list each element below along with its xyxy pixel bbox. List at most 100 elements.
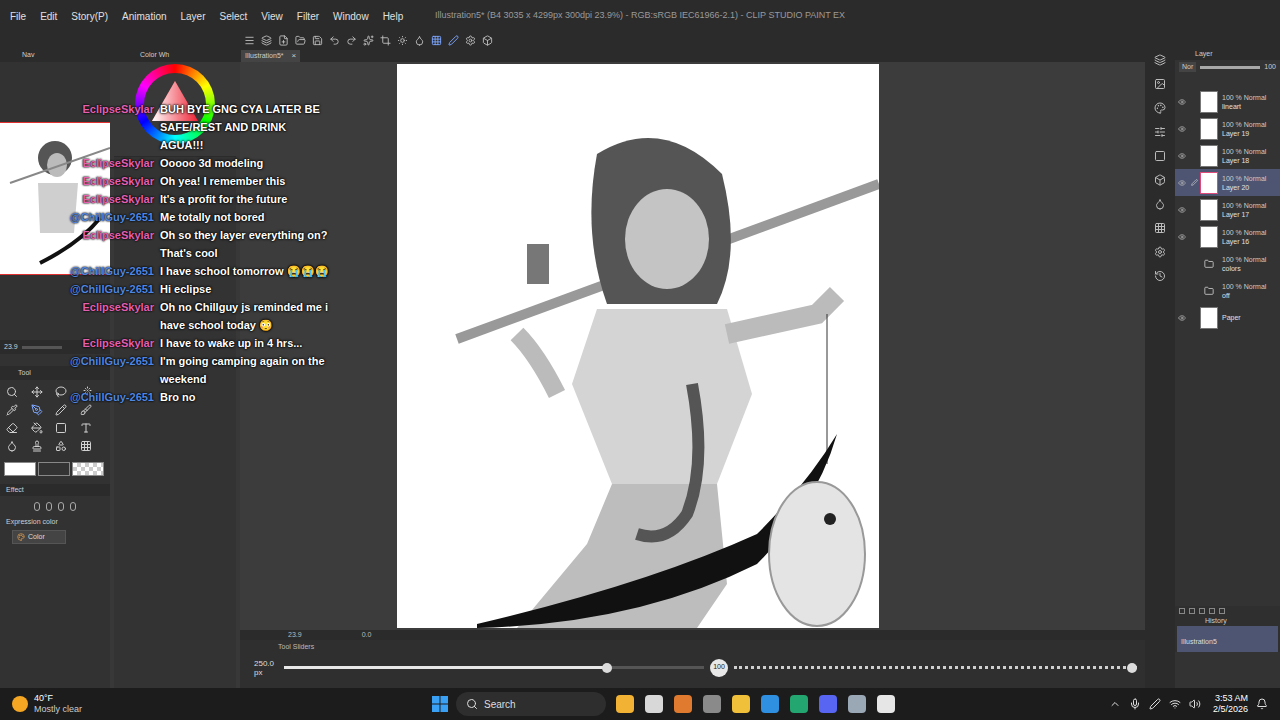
app-icon[interactable]: [703, 695, 721, 713]
text-icon[interactable]: [80, 422, 92, 434]
pen-tool-icon[interactable]: [31, 404, 43, 416]
settings-icon[interactable]: [465, 35, 476, 46]
volume-icon[interactable]: [1189, 698, 1201, 710]
app-icon[interactable]: [645, 695, 663, 713]
settings-icon[interactable]: [1154, 246, 1166, 258]
blend-icon[interactable]: [6, 440, 18, 452]
main-color[interactable]: [4, 462, 36, 476]
layer-row[interactable]: 100 % NormalLayer 18: [1175, 142, 1280, 169]
pencil-icon[interactable]: [55, 404, 67, 416]
blend-mode[interactable]: Nor: [1179, 62, 1196, 73]
color-icon[interactable]: [1154, 198, 1166, 210]
app-icon[interactable]: [674, 695, 692, 713]
expression-dropdown[interactable]: Color: [12, 530, 66, 545]
fill-icon[interactable]: [414, 35, 425, 46]
visibility-icon[interactable]: [1178, 206, 1186, 214]
visibility-icon[interactable]: [1178, 98, 1186, 106]
history-item[interactable]: Illustration5: [1177, 626, 1278, 652]
visibility-icon[interactable]: [1178, 314, 1186, 322]
brightness-icon[interactable]: [397, 35, 408, 46]
mic-icon[interactable]: [1129, 698, 1141, 710]
stamp-icon[interactable]: [31, 440, 43, 452]
layer-row[interactable]: 100 % NormalLayer 17: [1175, 196, 1280, 223]
app-icon[interactable]: [848, 695, 866, 713]
ruler-icon[interactable]: [80, 440, 92, 452]
canvas-rotation[interactable]: 0.0: [362, 630, 372, 641]
grid-icon[interactable]: [1154, 222, 1166, 234]
pen-icon[interactable]: [1149, 698, 1161, 710]
menu-item[interactable]: File: [10, 9, 26, 24]
windows-logo-icon[interactable]: [432, 696, 448, 712]
layer-panel-icon[interactable]: [1154, 54, 1166, 66]
sparkles-icon[interactable]: [363, 35, 374, 46]
app-icon[interactable]: [732, 695, 750, 713]
layer-row[interactable]: 100 % Normallineart: [1175, 88, 1280, 115]
lasso-icon[interactable]: [55, 386, 67, 398]
wifi-icon[interactable]: [1169, 698, 1181, 710]
brush-size-slider[interactable]: [284, 662, 704, 674]
layer-row[interactable]: 100 % Normalcolors: [1175, 250, 1280, 277]
artwork[interactable]: [397, 64, 879, 628]
layer-row[interactable]: Paper: [1175, 304, 1280, 331]
menu-item[interactable]: Select: [220, 9, 248, 24]
save-icon[interactable]: [312, 35, 323, 46]
layer-row[interactable]: 100 % NormalLayer 20: [1175, 169, 1280, 196]
box-icon[interactable]: [482, 35, 493, 46]
canvas-icon[interactable]: [1154, 150, 1166, 162]
weather-widget[interactable]: 40°FMostly clear: [12, 693, 432, 715]
menu-item[interactable]: Window: [333, 9, 369, 24]
effect-button[interactable]: [70, 502, 76, 511]
move-icon[interactable]: [31, 386, 43, 398]
new-file-icon[interactable]: [278, 35, 289, 46]
menu-item[interactable]: Help: [383, 9, 404, 24]
app-icon[interactable]: [790, 695, 808, 713]
canvas-tab[interactable]: Illustration5*×: [241, 50, 300, 62]
crop-icon[interactable]: [380, 35, 391, 46]
canvas-area[interactable]: [240, 62, 1145, 630]
layer-row[interactable]: 100 % NormalLayer 16: [1175, 223, 1280, 250]
hidden-mark[interactable]: [1178, 287, 1186, 295]
redo-icon[interactable]: [346, 35, 357, 46]
effect-button[interactable]: [34, 502, 40, 511]
menu-item[interactable]: Animation: [122, 9, 166, 24]
undo-icon[interactable]: [329, 35, 340, 46]
visibility-icon[interactable]: [1178, 125, 1186, 133]
navigator-zoom[interactable]: 23.9: [4, 342, 18, 353]
layer-row[interactable]: 100 % NormalLayer 19: [1175, 115, 1280, 142]
clock[interactable]: 3:53 AM2/5/2026: [1213, 693, 1248, 715]
effect-button[interactable]: [58, 502, 64, 511]
bucket-icon[interactable]: [31, 422, 43, 434]
sub-color[interactable]: [38, 462, 70, 476]
menu-icon[interactable]: [244, 35, 255, 46]
shape-icon[interactable]: [55, 422, 67, 434]
hidden-mark[interactable]: [1178, 260, 1186, 268]
open-icon[interactable]: [295, 35, 306, 46]
layers-icon[interactable]: [261, 35, 272, 46]
effect-button[interactable]: [46, 502, 52, 511]
menu-item[interactable]: View: [261, 9, 283, 24]
eyedropper-icon[interactable]: [6, 404, 18, 416]
opacity-badge[interactable]: 100: [710, 659, 728, 677]
pen-icon[interactable]: [448, 35, 459, 46]
3d-icon[interactable]: [1154, 174, 1166, 186]
property-icon[interactable]: [1154, 126, 1166, 138]
menu-item[interactable]: Layer: [181, 9, 206, 24]
app-icon[interactable]: [616, 695, 634, 713]
figure-icon[interactable]: [55, 440, 67, 452]
app-icon[interactable]: [877, 695, 895, 713]
visibility-icon[interactable]: [1178, 152, 1186, 160]
app-icon[interactable]: [819, 695, 837, 713]
bell-icon[interactable]: [1256, 698, 1268, 710]
search-box[interactable]: Search: [456, 692, 606, 716]
brush-icon[interactable]: [80, 404, 92, 416]
visibility-icon[interactable]: [1178, 233, 1186, 241]
menu-item[interactable]: Story(P): [71, 9, 108, 24]
menu-item[interactable]: Filter: [297, 9, 319, 24]
navigator-tab[interactable]: Nav: [22, 50, 34, 61]
canvas-zoom[interactable]: 23.9: [288, 630, 302, 641]
chevron-up-icon[interactable]: [1109, 698, 1121, 710]
opacity-slider[interactable]: [734, 662, 1137, 674]
close-tab-button[interactable]: ×: [292, 50, 297, 62]
layer-opacity[interactable]: 100: [1264, 62, 1276, 73]
history-icon[interactable]: [1154, 270, 1166, 282]
